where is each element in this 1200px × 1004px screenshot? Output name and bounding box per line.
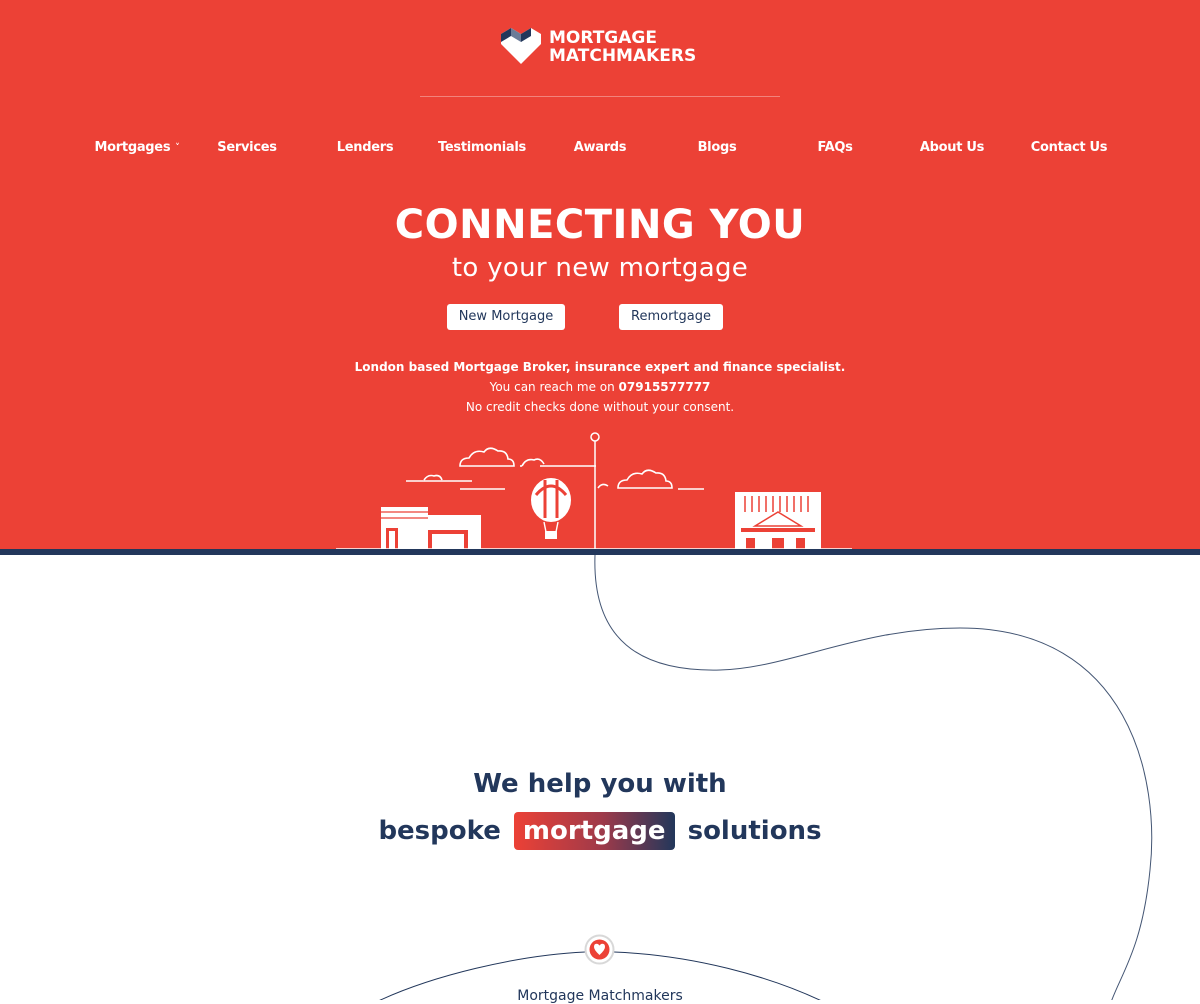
heart-badge-icon: [584, 934, 615, 965]
hot-air-balloon-icon: [531, 478, 571, 539]
section-bottom-label: Mortgage Matchmakers: [517, 988, 683, 1004]
house-left-icon: [381, 507, 481, 549]
house-right-icon: [735, 492, 821, 549]
section-headline-line-1: We help you with: [473, 769, 727, 799]
headline-pre: bespoke: [378, 816, 501, 846]
hero-illustration: [336, 432, 1153, 1000]
headline-post: solutions: [687, 816, 822, 846]
headline-highlight: mortgage: [513, 812, 675, 850]
section-headline-line-2: bespoke mortgage solutions: [0, 812, 1200, 850]
hero-bottom-border: [0, 549, 1200, 555]
